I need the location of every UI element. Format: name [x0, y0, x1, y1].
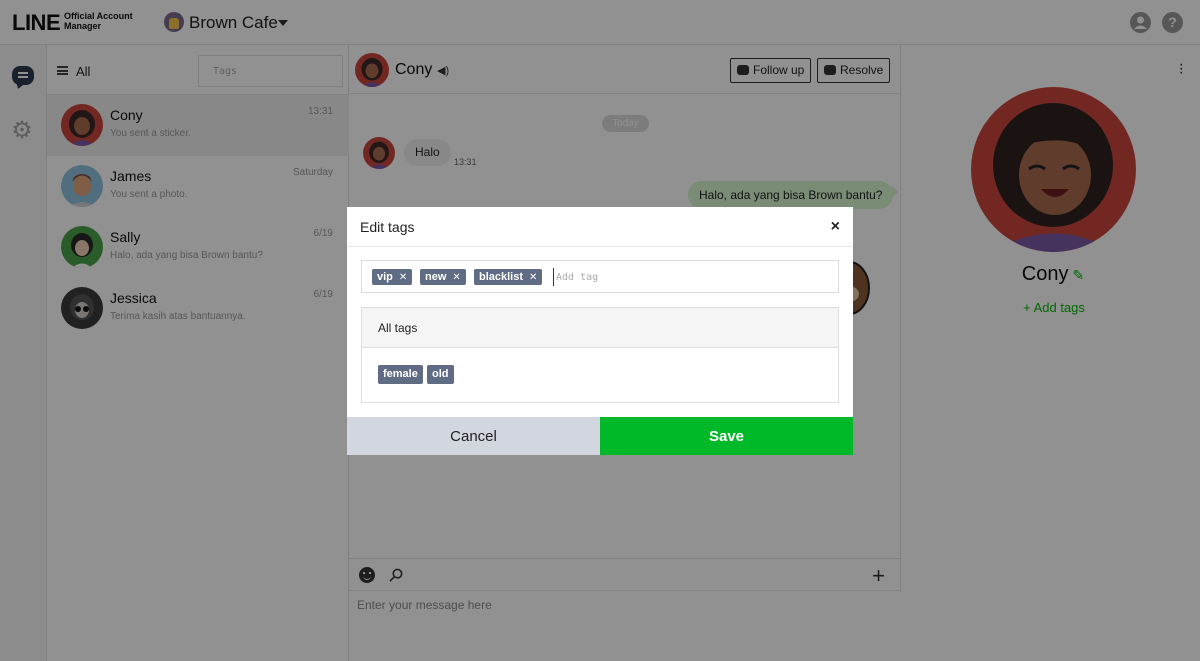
available-tag-female[interactable]: female — [378, 365, 423, 384]
all-tags-header: All tags — [362, 308, 838, 348]
tag-chip-blacklist[interactable]: blacklist ✕ — [474, 269, 543, 285]
tag-chip-new[interactable]: new ✕ — [420, 269, 466, 285]
all-tags-label: All tags — [378, 321, 418, 335]
tag-editor[interactable]: vip ✕ new ✕ blacklist ✕ — [361, 260, 839, 293]
save-button[interactable]: Save — [600, 417, 853, 455]
remove-tag-icon[interactable]: ✕ — [452, 272, 460, 283]
add-tag-input[interactable] — [553, 268, 753, 286]
available-tag-old[interactable]: old — [427, 365, 454, 384]
tag-chip-vip[interactable]: vip ✕ — [372, 269, 413, 285]
remove-tag-icon[interactable]: ✕ — [399, 272, 407, 283]
modal-title: Edit tags — [360, 219, 415, 235]
cancel-button[interactable]: Cancel — [347, 417, 600, 455]
tag-chip-label: blacklist — [479, 271, 524, 283]
close-icon[interactable]: × — [831, 218, 840, 236]
all-tags-panel: All tags female old — [361, 307, 839, 403]
tag-chip-label: vip — [377, 271, 393, 283]
edit-tags-modal: Edit tags × vip ✕ new ✕ blacklist ✕ All tag… — [347, 207, 853, 455]
remove-tag-icon[interactable]: ✕ — [529, 272, 537, 283]
divider — [347, 246, 853, 247]
tag-chip-label: new — [425, 271, 447, 283]
